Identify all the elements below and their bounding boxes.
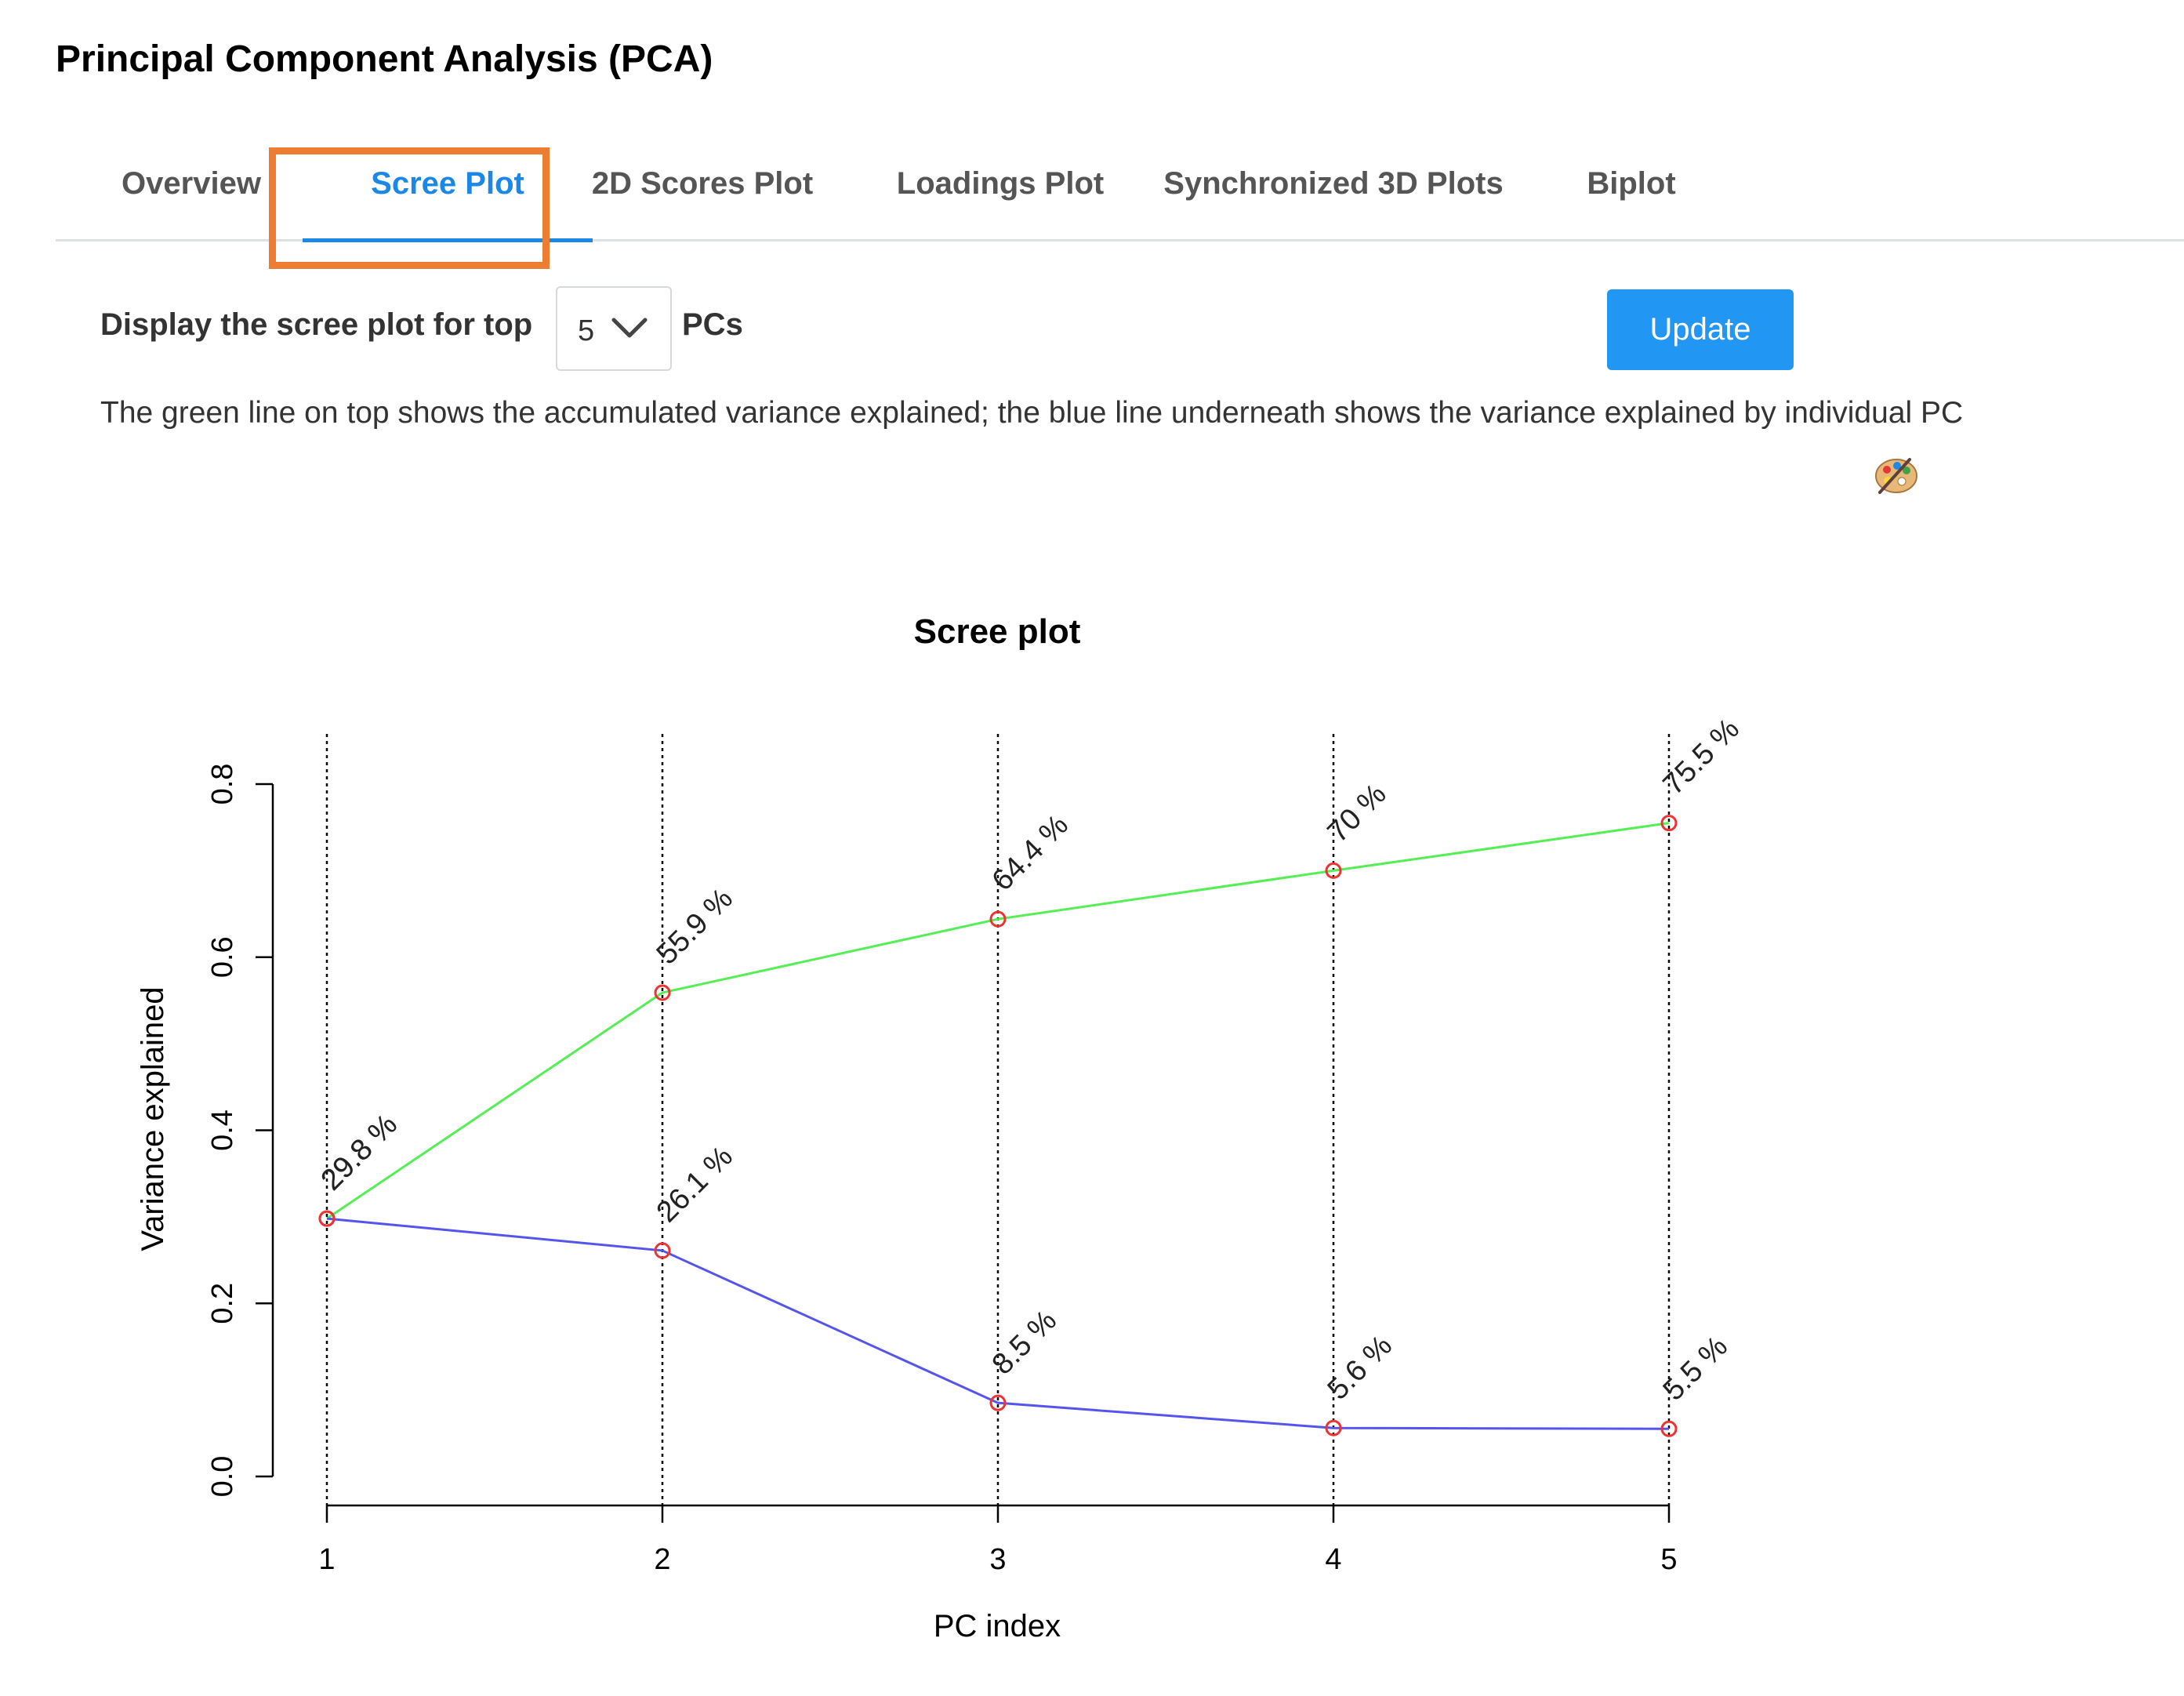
y-tick-label: 0.0 xyxy=(206,1456,239,1498)
x-tick-label: 4 xyxy=(1325,1543,1341,1576)
x-tick-label: 1 xyxy=(318,1543,335,1576)
x-tick-label: 2 xyxy=(654,1543,670,1576)
cumulative-data-label: 64.4 % xyxy=(986,808,1075,897)
cumulative-data-label: 70 % xyxy=(1322,778,1393,849)
chart-marks: 0.0 0.2 0.4 0.6 0.8 1 2 3 4 5 29.8 % 55.9 % 64.4 % 70… xyxy=(206,713,1746,1576)
x-tick-label: 3 xyxy=(989,1543,1006,1576)
cumulative-data-label: 55.9 % xyxy=(651,882,739,971)
individual-data-label: 29.8 % xyxy=(315,1108,404,1197)
y-tick-label: 0.2 xyxy=(206,1283,239,1324)
pca-page: Principal Component Analysis (PCA) Overv… xyxy=(0,0,2184,1696)
scree-chart: Scree plot PC index Variance explained 0… xyxy=(136,612,1746,1643)
y-tick-label: 0.4 xyxy=(206,1109,239,1151)
individual-data-label: 26.1 % xyxy=(651,1140,739,1229)
y-tick-label: 0.8 xyxy=(206,764,239,805)
x-tick-label: 5 xyxy=(1660,1543,1677,1576)
x-axis-label: PC index xyxy=(934,1609,1061,1643)
chart-title: Scree plot xyxy=(914,612,1081,651)
y-axis-label: Variance explained xyxy=(136,986,170,1251)
cumulative-data-label: 75.5 % xyxy=(1657,713,1746,801)
y-tick-label: 0.6 xyxy=(206,936,239,978)
individual-data-label: 5.6 % xyxy=(1322,1329,1399,1406)
